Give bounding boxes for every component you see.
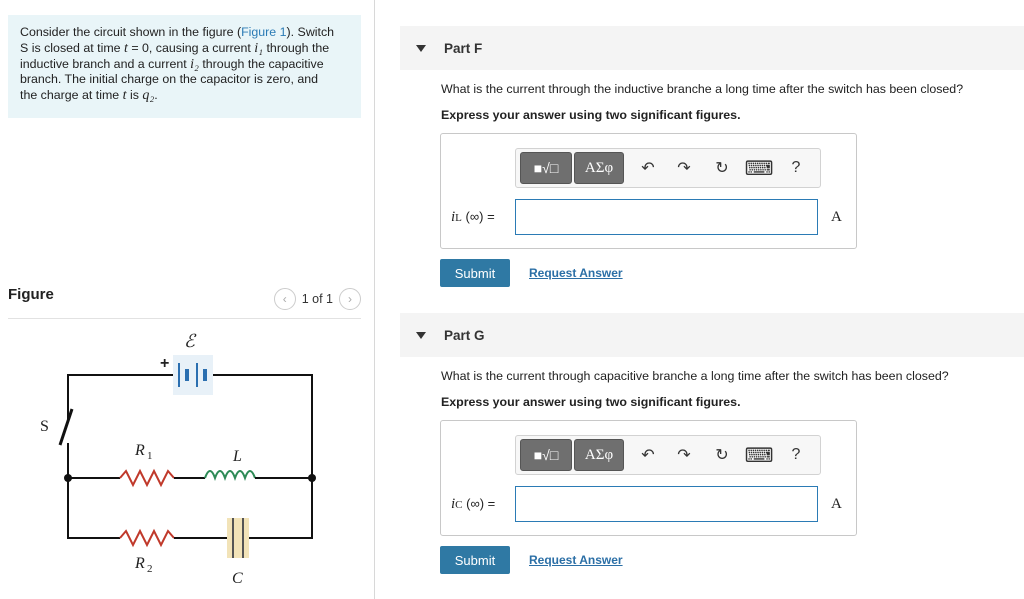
part-g-unit: A bbox=[831, 496, 842, 512]
figure-pager: ‹ 1 of 1 › bbox=[273, 288, 361, 310]
caret-down-icon[interactable] bbox=[416, 331, 426, 339]
reset-icon[interactable]: ↻ bbox=[712, 445, 732, 465]
intro-text: Consider the circuit shown in the figure… bbox=[20, 25, 242, 39]
redo-icon[interactable]: ↷ bbox=[674, 158, 694, 178]
part-f-submit-button[interactable]: Submit bbox=[440, 259, 510, 287]
caret-down-icon[interactable] bbox=[416, 44, 426, 52]
emf-label: ℰ bbox=[184, 331, 197, 351]
templates-button[interactable]: ■√□ bbox=[520, 152, 572, 184]
greek-symbols-button[interactable]: AΣφ bbox=[574, 152, 624, 184]
resistor-r2 bbox=[119, 528, 175, 548]
inductor-label: L bbox=[232, 448, 242, 465]
help-icon[interactable]: ? bbox=[786, 158, 806, 178]
intro-text: . bbox=[154, 88, 158, 103]
undo-icon[interactable]: ↶ bbox=[638, 158, 658, 178]
part-f-question: What is the current through the inductiv… bbox=[441, 82, 964, 96]
part-g-answer-box: ■√□ AΣφ ↶ ↷ ↻ ⌨ ? iC (∞) = A bbox=[440, 420, 857, 536]
next-figure-icon[interactable]: › bbox=[339, 288, 361, 310]
help-icon[interactable]: ? bbox=[786, 445, 806, 465]
part-f-title: Part F bbox=[444, 40, 483, 56]
part-g-submit-button[interactable]: Submit bbox=[440, 546, 510, 574]
r2-subscript: 2 bbox=[147, 563, 153, 575]
intro-text: = 0, causing a current bbox=[127, 40, 255, 55]
inductor-l bbox=[204, 470, 256, 481]
r2-label: R bbox=[134, 555, 145, 572]
switch-s bbox=[58, 408, 74, 446]
part-g-title: Part G bbox=[444, 327, 485, 343]
part-g-header[interactable]: Part G bbox=[400, 313, 1024, 357]
resistor-r1 bbox=[119, 468, 175, 488]
plus-label: + bbox=[160, 355, 169, 372]
switch-label: S bbox=[40, 418, 49, 435]
prev-figure-icon[interactable]: ‹ bbox=[273, 288, 296, 310]
r1-label: R bbox=[134, 442, 145, 459]
intro-text: through the bbox=[263, 40, 330, 55]
redo-icon[interactable]: ↷ bbox=[674, 445, 694, 465]
undo-icon[interactable]: ↶ bbox=[638, 445, 658, 465]
part-g-answer-input[interactable] bbox=[515, 486, 818, 522]
math-toolbar: ■√□ AΣφ ↶ ↷ ↻ ⌨ ? bbox=[515, 435, 821, 475]
part-f-variable-label: iL (∞) = bbox=[451, 209, 495, 226]
part-g-question: What is the current through capacitive b… bbox=[441, 369, 949, 383]
right-column: Part F What is the current through the i… bbox=[376, 0, 1024, 599]
greek-symbols-button[interactable]: AΣφ bbox=[574, 439, 624, 471]
math-var: q₂ bbox=[142, 88, 155, 104]
intro-text: is closed at time bbox=[28, 40, 124, 55]
part-g-request-answer-link[interactable]: Request Answer bbox=[529, 553, 623, 567]
keyboard-icon[interactable]: ⌨ bbox=[745, 445, 774, 467]
var-suffix: (∞) = bbox=[466, 496, 496, 511]
reset-icon[interactable]: ↻ bbox=[712, 158, 732, 178]
templates-button[interactable]: ■√□ bbox=[520, 439, 572, 471]
figure-page-count: 1 of 1 bbox=[301, 292, 333, 306]
intro-text: the charge at time bbox=[20, 88, 123, 103]
figure-link[interactable]: Figure 1 bbox=[241, 25, 286, 39]
var-suffix: (∞) = bbox=[465, 209, 495, 224]
part-f-instruction: Express your answer using two significan… bbox=[441, 108, 741, 122]
battery-emf bbox=[173, 355, 213, 395]
part-g-instruction: Express your answer using two significan… bbox=[441, 395, 741, 409]
var-subscript: C bbox=[455, 499, 463, 511]
var-subscript: L bbox=[455, 212, 462, 224]
part-f-answer-box: ■√□ AΣφ ↶ ↷ ↻ ⌨ ? iL (∞) = A bbox=[440, 133, 857, 249]
figure-title: Figure bbox=[8, 286, 54, 303]
keyboard-icon[interactable]: ⌨ bbox=[745, 158, 774, 180]
left-column: Consider the circuit shown in the figure… bbox=[0, 0, 375, 599]
math-toolbar: ■√□ AΣφ ↶ ↷ ↻ ⌨ ? bbox=[515, 148, 821, 188]
part-f-unit: A bbox=[831, 209, 842, 225]
part-f-answer-input[interactable] bbox=[515, 199, 818, 235]
part-f-request-answer-link[interactable]: Request Answer bbox=[529, 266, 623, 280]
capacitor-c bbox=[227, 518, 249, 558]
problem-statement: Consider the circuit shown in the figure… bbox=[8, 15, 361, 118]
intro-text: ). Switch bbox=[286, 25, 335, 39]
r1-subscript: 1 bbox=[147, 450, 153, 462]
math-var: i₂ bbox=[190, 56, 199, 72]
math-var: i₁ bbox=[254, 40, 264, 56]
intro-text: inductive branch and a current bbox=[20, 56, 191, 71]
capacitor-label: C bbox=[232, 570, 243, 587]
part-f-header[interactable]: Part F bbox=[400, 26, 1024, 70]
part-g-variable-label: iC (∞) = bbox=[451, 496, 495, 513]
intro-text: is bbox=[126, 88, 143, 103]
intro-text: through the capacitive bbox=[198, 56, 324, 71]
figure-header: Figure ‹ 1 of 1 › bbox=[8, 283, 361, 319]
intro-text: branch. The initial charge on the capaci… bbox=[20, 72, 319, 87]
circuit-diagram: ℰ + S R 1 L R 2 C bbox=[40, 331, 316, 587]
